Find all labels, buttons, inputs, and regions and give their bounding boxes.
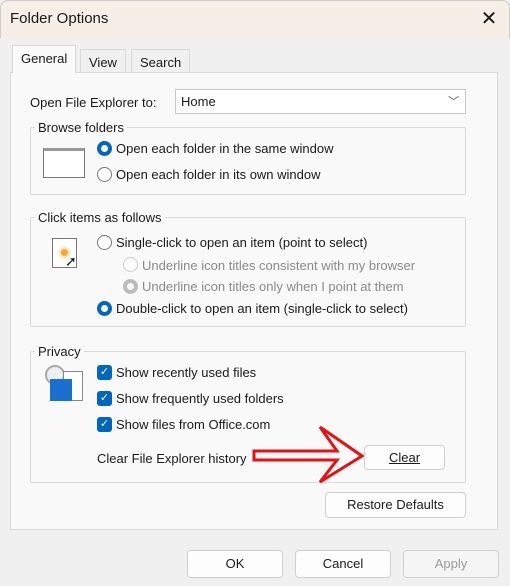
underline-browser-label: Underline icon titles consistent with my… bbox=[142, 258, 416, 273]
apply-button[interactable]: Apply bbox=[403, 550, 499, 578]
restore-defaults-button[interactable]: Restore Defaults bbox=[325, 492, 466, 518]
checkbox-office-files[interactable]: ✓ bbox=[97, 417, 112, 432]
cancel-button[interactable]: Cancel bbox=[295, 550, 391, 578]
own-window-label: Open each folder in its own window bbox=[116, 167, 321, 182]
checkbox-recent-files[interactable]: ✓ bbox=[97, 365, 112, 380]
checkbox-frequent-folders[interactable]: ✓ bbox=[97, 391, 112, 406]
single-click-label: Single-click to open an item (point to s… bbox=[116, 235, 368, 250]
radio-underline-browser[interactable] bbox=[123, 257, 138, 272]
clear-history-label: Clear File Explorer history bbox=[97, 451, 247, 466]
privacy-label: Privacy bbox=[35, 344, 84, 359]
radio-single-click[interactable] bbox=[97, 235, 112, 250]
window-icon bbox=[43, 148, 85, 178]
tab-view[interactable]: View bbox=[80, 49, 126, 73]
frequent-folders-label: Show frequently used folders bbox=[116, 391, 284, 406]
clear-button-label: Clear bbox=[388, 450, 421, 465]
window-title: Folder Options bbox=[10, 10, 109, 27]
office-files-label: Show files from Office.com bbox=[116, 417, 271, 432]
double-click-label: Double-click to open an item (single-cli… bbox=[116, 301, 408, 316]
close-icon[interactable]: ✕ bbox=[476, 6, 502, 32]
radio-underline-point[interactable] bbox=[123, 279, 138, 294]
underline-point-label: Underline icon titles only when I point … bbox=[142, 279, 404, 294]
click-cursor-icon: ➚ bbox=[52, 238, 77, 269]
browse-folders-group bbox=[30, 127, 466, 195]
open-to-select[interactable]: Home ﹀ bbox=[175, 89, 466, 114]
chevron-down-icon: ﹀ bbox=[448, 96, 459, 108]
radio-double-click[interactable] bbox=[97, 301, 112, 316]
privacy-icon bbox=[45, 365, 85, 403]
radio-own-window[interactable] bbox=[97, 167, 112, 182]
clear-button[interactable]: Clear bbox=[364, 445, 445, 470]
browse-folders-label: Browse folders bbox=[35, 120, 127, 135]
open-to-value: Home bbox=[181, 94, 216, 109]
recent-files-label: Show recently used files bbox=[116, 365, 257, 380]
tab-general[interactable]: General bbox=[12, 45, 77, 73]
open-to-label: Open File Explorer to: bbox=[30, 95, 157, 110]
tab-search[interactable]: Search bbox=[131, 49, 191, 73]
radio-same-window[interactable] bbox=[97, 141, 112, 156]
same-window-label: Open each folder in the same window bbox=[116, 141, 334, 156]
red-arrow-annotation bbox=[252, 425, 364, 484]
click-items-label: Click items as follows bbox=[35, 210, 165, 225]
ok-button[interactable]: OK bbox=[187, 550, 283, 578]
